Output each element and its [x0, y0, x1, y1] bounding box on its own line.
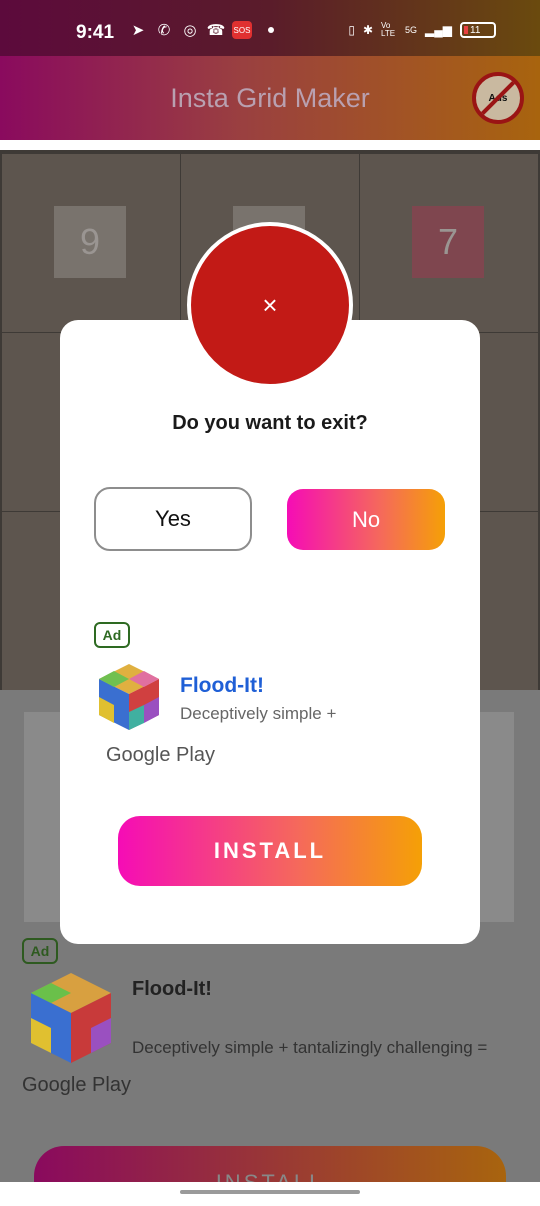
network-type: 5G [405, 25, 418, 35]
phone-icon: ☎ [206, 22, 226, 39]
no-ads-slash-icon [476, 76, 520, 120]
battery-fill [464, 26, 468, 34]
signal-icon: ▂▄▆ [425, 23, 452, 37]
status-time: 9:41 [76, 22, 115, 43]
volte-icon: Vo LTE [381, 21, 396, 38]
bluetooth-icon: ✱ [362, 23, 374, 37]
navigation-bar [0, 1182, 540, 1206]
exit-dialog: Do you want to exit? Yes No Ad Flood-It!… [60, 320, 480, 944]
ad-store-label: Google Play [106, 744, 215, 766]
grid-cell[interactable]: 9 [2, 154, 180, 332]
ad-app-name[interactable]: Flood-It! [132, 978, 212, 1001]
battery-level: 11 [470, 24, 481, 36]
grid-cell[interactable]: 7 [360, 154, 538, 332]
status-bar: 9:41 ➤ ✆ ◎ ☎ SOS ▯ ✱ Vo LTE 5G ▂▄▆ 11 [0, 0, 540, 56]
ad-store-label: Google Play [22, 1074, 131, 1096]
close-icon: × [262, 289, 278, 320]
home-gesture-handle[interactable] [180, 1190, 360, 1194]
telegram-icon: ➤ [131, 22, 145, 39]
sos-icon: SOS [232, 21, 252, 39]
battery-icon: 11 [460, 22, 496, 38]
app-title: Insta Grid Maker [170, 83, 370, 113]
app-bar: Insta Grid Maker Ads [0, 56, 540, 140]
install-button[interactable]: INSTALL [118, 816, 422, 886]
dialog-question: Do you want to exit? [172, 412, 368, 434]
yes-button[interactable]: Yes [94, 487, 252, 551]
system-icons: ▯ ✱ Vo LTE 5G ▂▄▆ 11 [348, 22, 496, 38]
ad-app-description: Deceptively simple + [180, 704, 337, 723]
more-notifications-dot [268, 27, 274, 33]
close-dialog-button[interactable]: × [187, 222, 353, 388]
grid-cell-number: 7 [412, 206, 484, 278]
ad-app-description: Deceptively simple + tantalizingly chall… [132, 1038, 488, 1057]
whatsapp-icon: ✆ [157, 22, 171, 39]
instagram-icon: ◎ [183, 22, 197, 39]
no-button[interactable]: No [287, 489, 445, 550]
ad-app-name[interactable]: Flood-It! [180, 674, 264, 698]
flood-it-app-icon [31, 973, 111, 1063]
remove-ads-button[interactable]: Ads [472, 72, 524, 124]
vibrate-icon: ▯ [348, 23, 355, 37]
ad-badge: Ad [94, 622, 130, 648]
grid-cell-number: 9 [54, 206, 126, 278]
notification-icons: ➤ ✆ ◎ ☎ SOS [128, 20, 274, 40]
flood-it-app-icon[interactable] [96, 661, 162, 733]
ad-badge: Ad [22, 938, 58, 964]
